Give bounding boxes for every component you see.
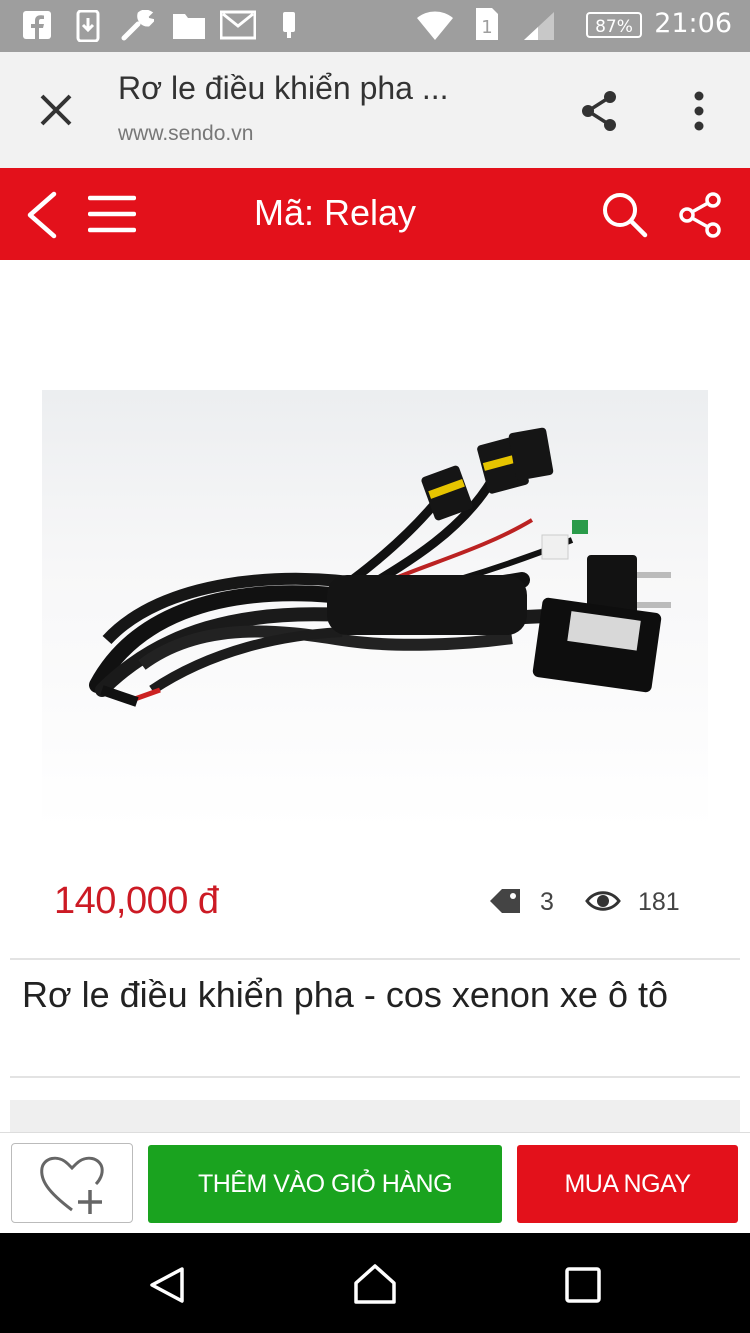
nav-back-icon[interactable] bbox=[148, 1266, 186, 1308]
sim-icon: 1 bbox=[474, 6, 500, 46]
product-price: 140,000 đ bbox=[54, 880, 219, 922]
custom-tab-header: Rơ le điều khiển pha ... www.sendo.vn bbox=[0, 52, 750, 168]
divider bbox=[10, 1076, 740, 1078]
close-icon[interactable] bbox=[38, 92, 74, 132]
tab-url: www.sendo.vn bbox=[118, 122, 254, 145]
system-nav-bar bbox=[0, 1233, 750, 1333]
folder-icon bbox=[172, 10, 206, 44]
device-icon bbox=[280, 10, 298, 44]
app-bar: Mã: Relay bbox=[0, 168, 750, 260]
heart-plus-icon bbox=[38, 1152, 110, 1220]
wrench-icon bbox=[120, 9, 156, 46]
view-count: 181 bbox=[638, 888, 680, 916]
share-icon[interactable] bbox=[580, 90, 618, 136]
product-title: Rơ le điều khiển pha - cos xenon xe ô tô bbox=[22, 974, 668, 1015]
divider bbox=[10, 958, 740, 960]
tag-count: 3 bbox=[540, 888, 554, 916]
battery-level: 87% bbox=[595, 17, 633, 37]
wifi-icon bbox=[416, 8, 454, 46]
buy-now-button[interactable]: MUA NGAY bbox=[517, 1145, 738, 1223]
gmail-icon bbox=[219, 10, 257, 44]
signal-icon bbox=[522, 10, 556, 46]
sim-slot-label: 1 bbox=[481, 17, 492, 38]
tag-icon bbox=[488, 886, 524, 920]
more-options-icon[interactable] bbox=[692, 90, 706, 136]
battery-icon: 87% bbox=[586, 12, 642, 38]
download-icon bbox=[76, 9, 100, 46]
add-to-cart-button[interactable]: THÊM VÀO GIỎ HÀNG bbox=[148, 1145, 502, 1223]
search-icon[interactable] bbox=[600, 190, 648, 242]
eye-icon bbox=[585, 888, 621, 918]
facebook-icon bbox=[22, 10, 52, 44]
clock: 21:06 bbox=[654, 8, 732, 39]
share-icon[interactable] bbox=[678, 192, 724, 242]
info-section bbox=[10, 1100, 740, 1132]
wishlist-button[interactable] bbox=[11, 1143, 133, 1223]
tab-page-title: Rơ le điều khiển pha ... bbox=[118, 70, 449, 106]
product-image[interactable] bbox=[42, 390, 708, 830]
page-title: Mã: Relay bbox=[253, 192, 417, 233]
action-bar: THÊM VÀO GIỎ HÀNG MUA NGAY bbox=[0, 1132, 750, 1233]
status-bar: 1 87% 21:06 bbox=[0, 0, 750, 52]
nav-home-icon[interactable] bbox=[353, 1263, 397, 1309]
nav-recents-icon[interactable] bbox=[565, 1267, 601, 1307]
